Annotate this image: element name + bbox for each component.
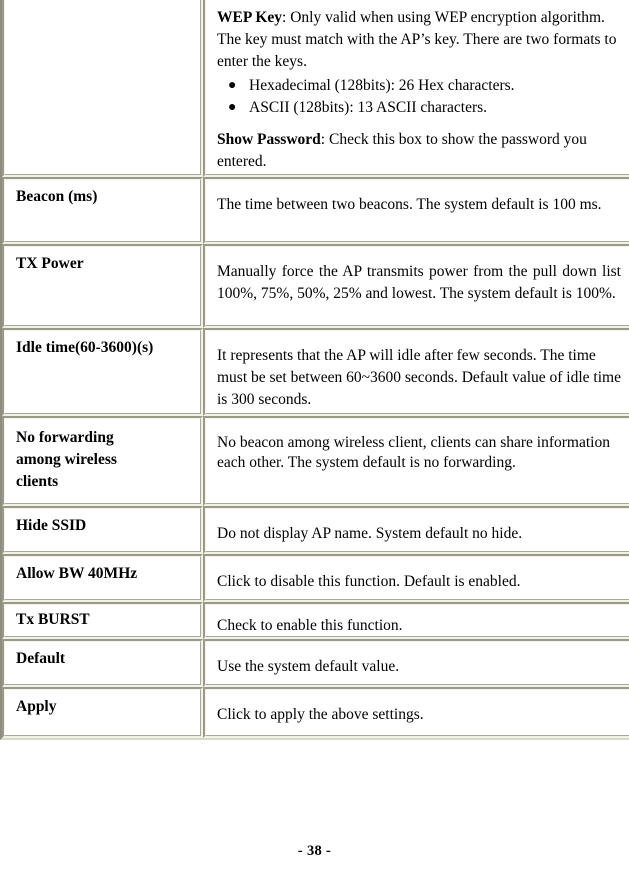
table-row: Idle time(60-3600)(s) It represents that… (2, 328, 629, 416)
show-password-paragraph: Show Password: Check this box to show th… (217, 129, 621, 173)
list-item-label: Hexadecimal (128bits): 26 Hex characters… (249, 77, 515, 94)
table-cell-description: Check to enable this function. (203, 602, 629, 639)
list-item-label: ASCII (128bits): 13 ASCII characters. (249, 99, 488, 116)
table-cell-description: WEP Key: Only valid when using WEP encry… (203, 0, 629, 177)
row-label: Default (16, 650, 66, 667)
table-cell-description: Use the system default value. (203, 639, 629, 687)
table-cell-label: Hide SSID (2, 506, 203, 554)
description-text: Click to disable this function. Default … (217, 573, 521, 590)
bullet-icon: ● (228, 78, 237, 93)
row-label: TX Power (16, 255, 84, 272)
table-cell-description: Do not display AP name. System default n… (203, 506, 629, 554)
show-password-term: Show Password (217, 131, 321, 148)
row-label: Allow BW 40MHz (16, 565, 138, 582)
table-cell-label: Idle time(60-3600)(s) (2, 328, 203, 416)
bullet-icon: ● (228, 100, 237, 115)
table-cell-label: Beacon (ms) (2, 177, 203, 244)
row-label (5, 0, 200, 8)
description-text: It represents that the AP will idle afte… (217, 347, 621, 408)
table-cell-label (2, 0, 203, 177)
row-label: Apply (16, 698, 57, 715)
table-row: Apply Click to apply the above settings. (2, 687, 629, 738)
list-item: ● Hexadecimal (128bits): 26 Hex character… (228, 75, 621, 97)
description-text: Do not display AP name. System default n… (217, 525, 523, 542)
table-row: WEP Key: Only valid when using WEP encry… (2, 0, 629, 177)
table-cell-description: Manually force the AP transmits power fr… (203, 244, 629, 328)
description-text: Check to enable this function. (217, 617, 403, 634)
row-description: Click to disable this function. Default … (206, 557, 629, 601)
table-row: Hide SSID Do not display AP name. System… (2, 506, 629, 554)
table-cell-label: Allow BW 40MHz (2, 554, 203, 602)
wep-key-format-list: ● Hexadecimal (128bits): 26 Hex character… (217, 75, 621, 119)
table-cell-description: Click to apply the above settings. (203, 687, 629, 738)
table-cell-description: The time between two beacons. The system… (203, 177, 629, 244)
table-row: Tx BURST Check to enable this function. (2, 602, 629, 639)
row-description: Click to apply the above settings. (206, 690, 629, 734)
table-cell-description: It represents that the AP will idle afte… (203, 328, 629, 416)
row-label: Tx BURST (16, 611, 90, 628)
row-label: Hide SSID (16, 517, 87, 534)
table-cell-label: Default (2, 639, 203, 687)
table-row: No forwarding among wireless clients No … (2, 416, 629, 506)
row-description: The time between two beacons. The system… (206, 180, 629, 224)
document-page: WEP Key: Only valid when using WEP encry… (0, 0, 629, 887)
table-cell-description: Click to disable this function. Default … (203, 554, 629, 602)
row-description: Use the system default value. (206, 642, 629, 686)
table-cell-label: Tx BURST (2, 602, 203, 639)
description-text: Click to apply the above settings. (217, 706, 424, 723)
description-text: Use the system default value. (217, 658, 400, 675)
table-row: Allow BW 40MHz Click to disable this fun… (2, 554, 629, 602)
table-row: Beacon (ms) The time between two beacons… (2, 177, 629, 244)
row-description: No beacon among wireless client, clients… (206, 419, 629, 480)
description-text: No beacon among wireless client, clients… (217, 434, 610, 471)
table-row: Default Use the system default value. (2, 639, 629, 687)
table-cell-label: No forwarding among wireless clients (2, 416, 203, 506)
row-label: Idle time(60-3600)(s) (16, 339, 154, 356)
table-row: TX Power Manually force the AP transmits… (2, 244, 629, 328)
table-cell-description: No beacon among wireless client, clients… (203, 416, 629, 506)
description-text: The time between two beacons. The system… (217, 196, 602, 213)
row-label: No forwarding among wireless clients (16, 429, 117, 490)
settings-description-table: WEP Key: Only valid when using WEP encry… (0, 0, 629, 740)
row-description: WEP Key: Only valid when using WEP encry… (206, 0, 629, 181)
table-cell-label: Apply (2, 687, 203, 738)
list-item: ● ASCII (128bits): 13 ASCII characters. (228, 97, 621, 119)
wep-key-term: WEP Key (217, 9, 283, 26)
row-description: Manually force the AP transmits power fr… (206, 247, 629, 313)
table-cell-label: TX Power (2, 244, 203, 328)
row-description: It represents that the AP will idle afte… (206, 331, 629, 419)
row-description: Do not display AP name. System default n… (206, 509, 629, 553)
description-text: Manually force the AP transmits power fr… (217, 263, 621, 302)
wep-key-paragraph: WEP Key: Only valid when using WEP encry… (217, 0, 621, 73)
page-number-footer: - 38 - (297, 843, 332, 859)
row-label: Beacon (ms) (16, 188, 98, 205)
